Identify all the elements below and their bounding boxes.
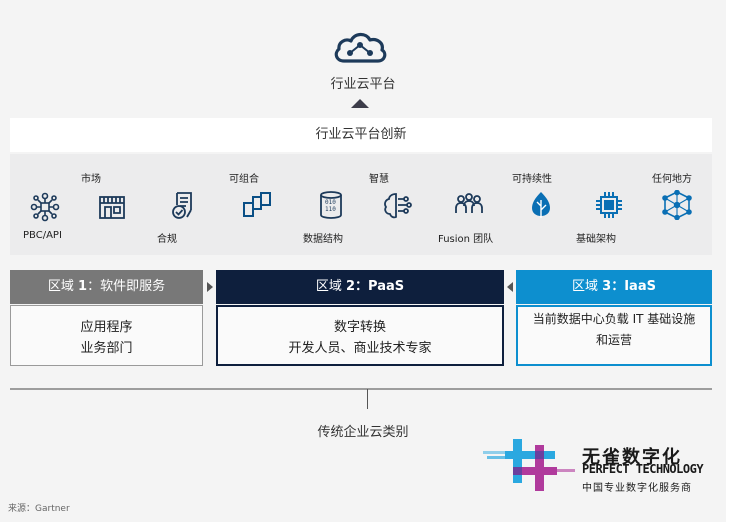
zone-1-number: 1 — [78, 279, 88, 294]
zone-separator-arrow-right — [207, 282, 213, 292]
baseline-divider — [10, 388, 712, 390]
zone-1-line-2: 业务部门 — [80, 341, 133, 356]
icon-label-fusion-team: Fusion 团队 — [438, 234, 494, 245]
zone-1-line-1: 应用程序 — [80, 320, 133, 335]
cloud-network-icon — [334, 32, 387, 63]
zone-2-header: 区域 2：PaaS — [216, 270, 504, 304]
icon-label-anywhere: 任何地方 — [652, 174, 692, 185]
leaf-icon — [532, 192, 550, 218]
zone-1-title: ：软件即服务 — [87, 279, 166, 294]
baseline-tick — [367, 389, 368, 409]
zone-3-header: 区域 3：IaaS — [516, 270, 712, 304]
brain-circuit-icon — [384, 193, 412, 219]
zone-3-line-2: 和运营 — [595, 333, 632, 347]
icon-label-infrastructure: 基础架构 — [576, 234, 616, 245]
diagram-canvas: 行业云平台 行业云平台创新 PBC/API 市场 合规 可组合 数据结构 智慧 … — [0, 0, 743, 525]
icon-label-pbc-api: PBC/API — [23, 230, 62, 241]
zone-1-body: 应用程序 业务部门 — [10, 305, 203, 366]
zone-3-line-1: 当前数据中心负载 IT 基础设施 — [532, 312, 696, 326]
zone-2-body: 数字转换 开发人员、商业技术专家 — [216, 305, 504, 366]
zone-2-line-1: 数字转换 — [333, 320, 386, 335]
zone-1-prefix: 区域 — [47, 279, 79, 294]
zone-2-prefix: 区域 — [315, 279, 346, 294]
composable-blocks-icon — [243, 192, 271, 217]
source-note: 来源：Gartner — [8, 504, 70, 514]
icon-label-sustainability: 可持续性 — [512, 174, 552, 185]
zone-3-number: 3 — [602, 279, 612, 294]
svg-text:010: 010 — [325, 199, 336, 206]
icon-label-data-fabric: 数据结构 — [303, 234, 343, 245]
platform-title: 行业云平台 — [330, 77, 396, 92]
zone-3-body: 当前数据中心负载 IT 基础设施 和运营 — [516, 305, 712, 366]
zone-2-title: ：PaaS — [355, 279, 405, 294]
traditional-cloud-title: 传统企业云类别 — [317, 425, 409, 440]
logo-en-text: PERFECT TECHNOLOGY — [582, 462, 704, 476]
chip-icon — [596, 192, 622, 218]
api-nodes-icon — [30, 192, 60, 222]
binary-data-icon: 010 110 — [320, 191, 342, 219]
icon-label-compliance: 合规 — [157, 234, 177, 245]
zone-3-title: ：IaaS — [611, 279, 656, 294]
up-arrow-icon — [351, 99, 369, 108]
icon-label-market: 市场 — [81, 174, 101, 185]
team-people-icon — [455, 193, 483, 213]
storefront-icon — [99, 196, 125, 219]
document-check-icon — [172, 192, 192, 219]
icon-label-composable: 可组合 — [229, 174, 259, 185]
svg-text:110: 110 — [325, 206, 336, 213]
innovation-icons-panel: PBC/API 市场 合规 可组合 数据结构 智慧 Fusion 团队 可持续性… — [10, 154, 712, 255]
zone-2-line-2: 开发人员、商业技术专家 — [288, 341, 432, 356]
innovation-title-band: 行业云平台创新 — [10, 118, 712, 152]
network-globe-icon — [662, 190, 692, 220]
zone-separator-arrow-left — [507, 282, 513, 292]
perfect-technology-logo-icon — [483, 439, 575, 491]
zone-1-header: 区域 1：软件即服务 — [10, 270, 203, 304]
zone-3-prefix: 区域 — [572, 279, 603, 294]
logo-subtitle: 中国专业数字化服务商 — [582, 483, 692, 494]
zone-2-number: 2 — [346, 279, 356, 294]
icon-label-intelligence: 智慧 — [369, 174, 389, 185]
